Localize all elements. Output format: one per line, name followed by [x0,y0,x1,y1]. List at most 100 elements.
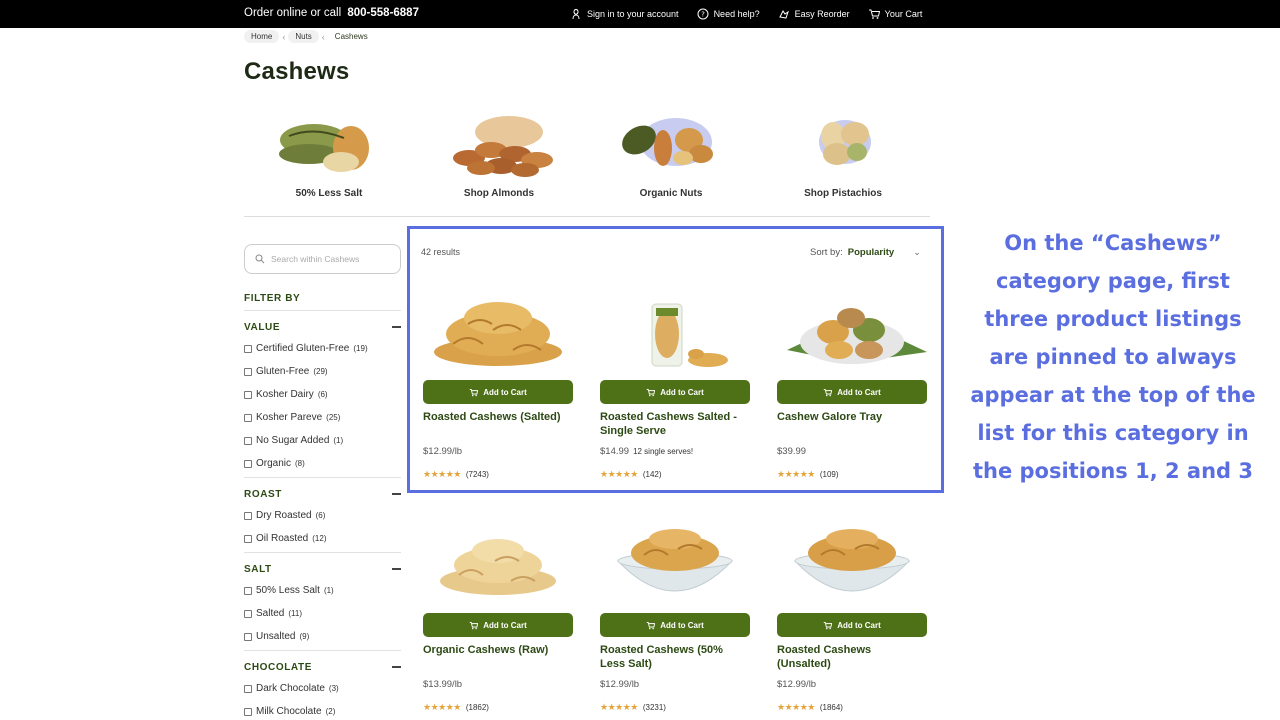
filter-option-label: Certified Gluten-Free [256,343,350,354]
breadcrumb-home[interactable]: Home [244,30,280,43]
review-count: (1862) [465,703,489,712]
filter-option[interactable]: Dry Roasted (6) [244,504,401,527]
checkbox[interactable] [244,367,252,376]
filter-option[interactable]: Gluten-Free (29) [244,360,401,383]
svg-text:?: ? [701,11,705,19]
category-less-salt[interactable]: 50% Less Salt [244,110,414,202]
checkbox[interactable] [244,632,252,641]
cart-icon [646,621,656,629]
filter-option[interactable]: Organic (8) [244,452,401,475]
add-to-cart-label: Add to Cart [837,620,881,630]
product-rating[interactable]: ★★★★★ (1864) [777,702,843,713]
filter-option[interactable]: Kosher Pareve (25) [244,406,401,429]
filter-option[interactable]: Salted (11) [244,602,401,625]
product-name[interactable]: Roasted Cashews (50% Less Salt) [600,643,750,671]
collapse-minus-icon[interactable] [392,568,401,570]
filter-option[interactable]: No Sugar Added (1) [244,429,401,452]
search-input[interactable] [271,254,391,264]
search-icon [255,254,265,264]
category-organic[interactable]: Organic Nuts [586,110,756,202]
reorder-label: Easy Reorder [794,9,850,19]
filter-option[interactable]: Unsalted (9) [244,625,401,648]
collapse-minus-icon[interactable] [392,493,401,495]
add-to-cart-button[interactable]: Add to Cart [777,613,927,637]
filter-group-salt: SALT 50% Less Salt (1) Salted (11) Unsalte… [244,552,401,650]
checkbox[interactable] [244,413,252,422]
filter-option-label: Gluten-Free [256,366,310,377]
filter-option-count: (8) [295,459,305,468]
filter-option-count: (19) [353,344,368,353]
product-rating[interactable]: ★★★★★ (3231) [600,702,666,713]
checkbox[interactable] [244,684,252,693]
filter-option-label: No Sugar Added [256,435,330,446]
search-within-box[interactable] [244,244,401,274]
breadcrumb-nuts[interactable]: Nuts [288,30,319,43]
filter-option[interactable]: Certified Gluten-Free (19) [244,337,401,360]
filter-option-label: Organic [256,458,292,469]
filter-option[interactable]: Oil Roasted (12) [244,527,401,550]
product-price: $13.99/lb [423,679,462,690]
checkbox[interactable] [244,586,252,595]
filter-option[interactable]: Kosher Dairy (6) [244,383,401,406]
filter-group-header[interactable]: CHOCOLATE [244,661,401,673]
help-icon: ? [697,8,709,20]
filter-option-label: Oil Roasted [256,533,309,544]
collapse-minus-icon[interactable] [392,326,401,328]
checkbox[interactable] [244,534,252,543]
filter-group-header[interactable]: VALUE [244,321,401,333]
add-to-cart-button[interactable]: Add to Cart [600,613,750,637]
filter-option[interactable]: 50% Less Salt (1) [244,579,401,602]
category-pistachios[interactable]: Shop Pistachios [758,110,928,202]
product-name[interactable]: Organic Cashews (Raw) [423,643,573,657]
price-value: $12.99/lb [777,679,817,690]
review-count: (3231) [642,703,666,712]
filter-option-label: Unsalted [256,631,296,642]
filter-option-count: (3) [328,684,339,693]
filter-option[interactable]: Milk Chocolate (2) [244,700,401,720]
add-to-cart-label: Add to Cart [483,620,527,630]
product-name[interactable]: Roasted Cashews (Unsalted) [777,643,927,671]
checkbox[interactable] [244,459,252,468]
sign-in-label: Sign in to your account [587,9,679,19]
filter-group-chocolate: CHOCOLATE Dark Chocolate (3) Milk Chocola… [244,650,401,720]
product-image-less-salt-bowl [616,529,734,592]
page-title: Cashews [244,58,350,85]
filter-option-label: Kosher Dairy [256,389,314,400]
filter-option-label: Milk Chocolate [256,706,322,717]
checkbox[interactable] [244,436,252,445]
checkbox[interactable] [244,390,252,399]
phone-number[interactable]: 800-558-6887 [347,7,419,19]
price-value: $12.99/lb [600,679,640,690]
filter-group-title: SALT [244,563,272,575]
organic-nuts-illustration [622,118,713,166]
product-price: $12.99/lb [600,679,639,690]
collapse-minus-icon[interactable] [392,666,401,668]
checkbox[interactable] [244,344,252,353]
reorder-link[interactable]: Easy Reorder [778,8,850,20]
checkbox[interactable] [244,609,252,618]
order-phone: Order online or call 800-558-6887 [244,7,419,19]
checkbox[interactable] [244,511,252,520]
filter-group-header[interactable]: SALT [244,563,401,575]
filter-option-count: (25) [326,413,341,422]
checkbox[interactable] [244,707,252,716]
breadcrumb: Home ‹ Nuts ‹ Cashews [244,30,375,43]
order-text: Order online or call [244,7,342,19]
product-rating[interactable]: ★★★★★ (1862) [423,702,489,713]
product-image-unsalted-bowl [793,529,911,592]
help-link[interactable]: ? Need help? [697,8,760,20]
reorder-icon [778,10,789,19]
pinned-products-highlight [407,226,944,493]
add-to-cart-button[interactable]: Add to Cart [423,613,573,637]
category-almonds[interactable]: Shop Almonds [414,110,584,202]
annotation-callout: On the “Cashews” category page, first th… [970,231,1256,483]
sign-in-link[interactable]: Sign in to your account [570,8,679,20]
filter-option[interactable]: Dark Chocolate (3) [244,677,401,700]
filter-option-label: Dry Roasted [256,510,312,521]
cart-link[interactable]: Your Cart [868,8,923,20]
filter-group-header[interactable]: ROAST [244,488,401,500]
filter-option-count: (2) [325,707,336,716]
cart-label: Your Cart [884,9,923,19]
filter-option-count: (11) [288,609,302,618]
filter-option-count: (9) [299,632,310,641]
